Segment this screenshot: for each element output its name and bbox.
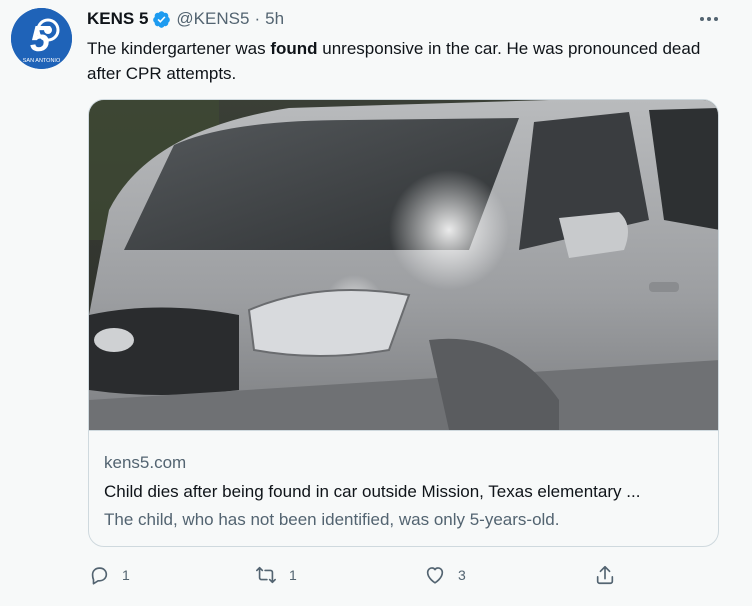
reply-icon [91,567,108,585]
heart-icon [426,567,444,584]
logo-text: SAN ANTONIO [23,58,61,64]
timestamp[interactable]: 5h [265,9,284,29]
card-headline: Child dies after being found in car outs… [104,482,641,501]
more-options-button[interactable] [696,8,722,30]
tweet-text-before: The kindergartener was [87,39,271,58]
avatar[interactable]: 5 SAN ANTONIO [11,8,72,69]
share-button[interactable] [594,560,616,590]
verified-badge-icon [153,10,171,28]
tweet-text: The kindergartener was found unresponsiv… [87,36,727,86]
author-handle[interactable]: @KENS5 [176,9,249,29]
retweet-icon [256,566,276,584]
tweet-header: KENS 5 @KENS5 · 5h [87,8,284,30]
separator-dot: · [254,9,261,28]
share-icon [596,565,614,585]
card-domain: kens5.com [104,453,187,472]
link-card[interactable]: kens5.com Child dies after being found i… [88,99,719,547]
more-icon [700,17,718,21]
retweet-button[interactable]: 1 [255,560,297,590]
reply-button[interactable]: 1 [88,560,130,590]
tweet[interactable]: 5 SAN ANTONIO KENS 5 @KENS5 · 5h The kin… [0,0,744,606]
like-count: 3 [458,567,466,583]
author-name[interactable]: KENS 5 [87,9,148,29]
tweet-actions: 1 1 3 [80,560,640,590]
card-meta[interactable]: kens5.com Child dies after being found i… [89,430,718,546]
logo-number: 5 [30,18,51,59]
card-image[interactable] [89,100,719,430]
like-button[interactable]: 3 [424,560,466,590]
kens5-logo: 5 SAN ANTONIO [11,8,72,69]
reply-count: 1 [122,567,130,583]
tweet-text-bold: found [270,39,318,58]
retweet-count: 1 [289,567,297,583]
card-description: The child, who has not been identified, … [104,510,560,529]
